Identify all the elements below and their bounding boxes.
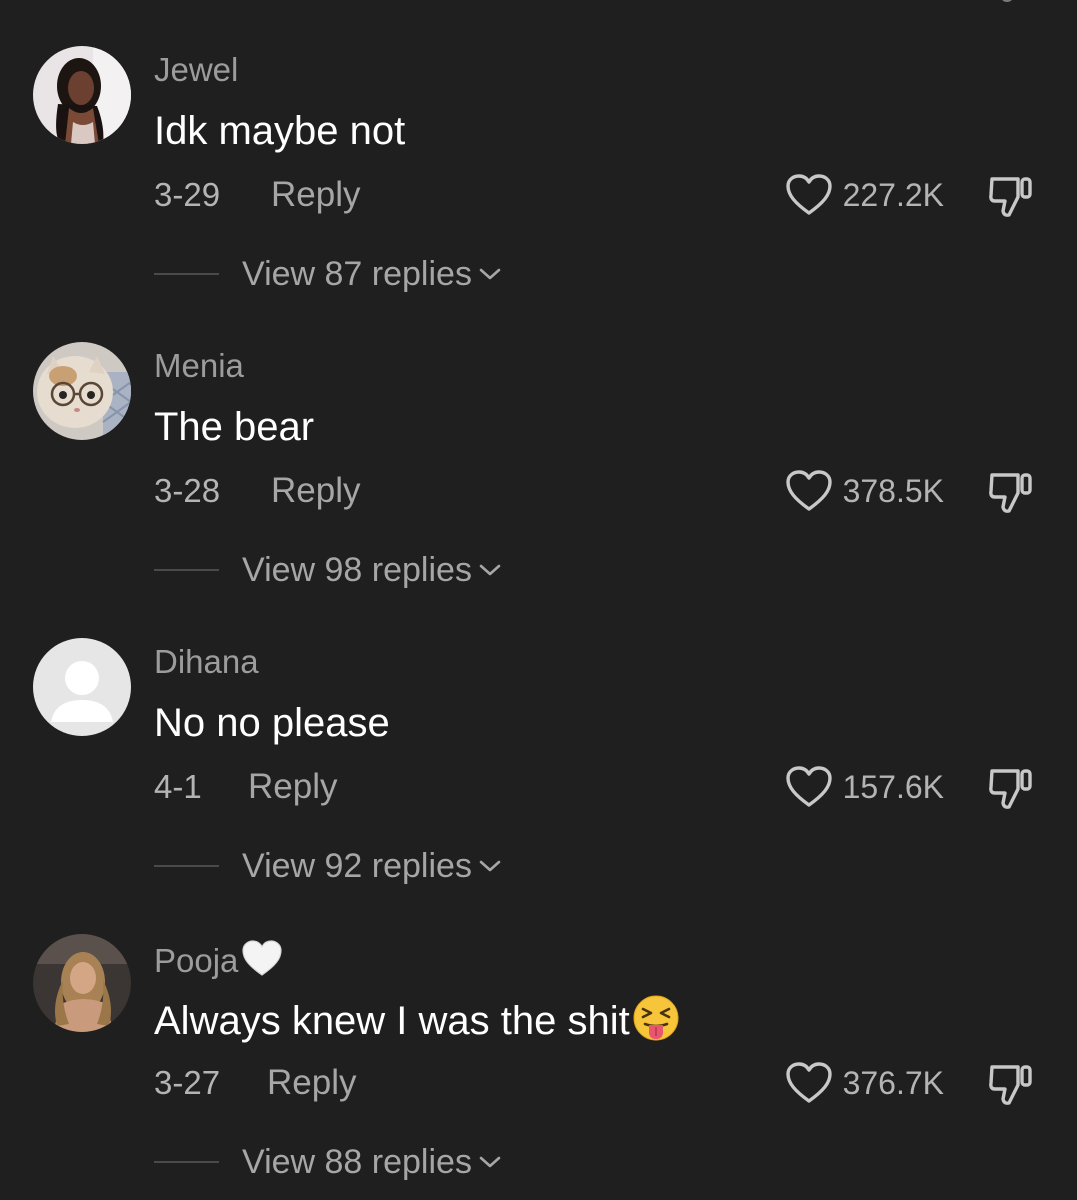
like-button[interactable]: 227.2K (785, 172, 944, 218)
like-count: 157.6K (842, 769, 944, 805)
dislike-button[interactable] (986, 469, 1034, 515)
reply-button[interactable]: Reply (271, 471, 360, 511)
thumbs-down-icon (989, 1065, 1032, 1105)
comment-text: No no please (154, 701, 390, 745)
heart-outline-icon (785, 766, 832, 807)
thumbs-down-icon (989, 473, 1032, 513)
view-replies-button[interactable]: View 87 replies (242, 254, 502, 294)
reply-button[interactable]: Reply (248, 767, 337, 807)
comment-date: 4-1 (154, 768, 202, 805)
chevron-down-icon (479, 860, 501, 872)
comment-item: Dihana No no please 4-1 Reply 157.6K Vie… (0, 592, 1077, 888)
comment-text: The bear (154, 405, 315, 449)
chevron-down-icon (479, 564, 501, 576)
username[interactable]: Dihana (154, 642, 259, 682)
comment-text: Idk maybe not (154, 109, 406, 153)
replies-divider (154, 865, 219, 867)
replies-divider (154, 569, 219, 571)
thumbs-down-icon (989, 769, 1032, 809)
avatar[interactable] (33, 638, 131, 736)
dislike-button[interactable] (986, 173, 1034, 219)
squinting-face-with-tongue-emoji-icon (633, 995, 679, 1041)
like-button[interactable]: 376.7K (785, 1060, 944, 1106)
comment-date: 3-27 (154, 1064, 221, 1101)
heart-outline-icon (785, 1062, 832, 1103)
white-heart-emoji-icon (242, 940, 283, 976)
view-replies-button[interactable]: View 98 replies (242, 550, 502, 590)
username[interactable]: Menia (154, 346, 244, 386)
reply-button[interactable]: Reply (267, 1063, 356, 1103)
replies-divider (154, 273, 219, 275)
comment-item: Pooja Always knew I was the shit 3-27 Re… (0, 888, 1077, 1184)
like-count: 378.5K (842, 473, 944, 509)
like-count: 376.7K (842, 1065, 944, 1101)
comment-text: Always knew I was the shit (154, 994, 680, 1046)
view-replies-button[interactable]: View 92 replies (242, 846, 502, 886)
dislike-button[interactable] (986, 1061, 1034, 1107)
view-replies-button[interactable]: View 88 replies (242, 1142, 502, 1182)
replies-divider (154, 1161, 219, 1163)
thumbs-down-icon (989, 177, 1032, 217)
like-button[interactable]: 157.6K (785, 764, 944, 810)
comment-date: 3-28 (154, 472, 221, 509)
avatar[interactable] (33, 342, 131, 440)
like-count: 227.2K (842, 177, 944, 213)
heart-outline-icon (785, 174, 832, 215)
heart-outline-icon (785, 470, 832, 511)
like-button[interactable]: 378.5K (785, 468, 944, 514)
comment-date: 3-29 (154, 176, 221, 213)
comment-item: Menia The bear 3-28 Reply 378.5K View 98… (0, 296, 1077, 592)
username[interactable]: Pooja (154, 938, 284, 981)
comment-item: Jewel Idk maybe not 3-29 Reply 227.2K Vi… (0, 0, 1077, 296)
reply-button[interactable]: Reply (271, 175, 360, 215)
chevron-down-icon (479, 268, 501, 280)
username[interactable]: Jewel (154, 50, 238, 90)
avatar[interactable] (33, 934, 131, 1032)
avatar[interactable] (33, 46, 131, 144)
dislike-button[interactable] (986, 765, 1034, 811)
chevron-down-icon (479, 1156, 501, 1168)
